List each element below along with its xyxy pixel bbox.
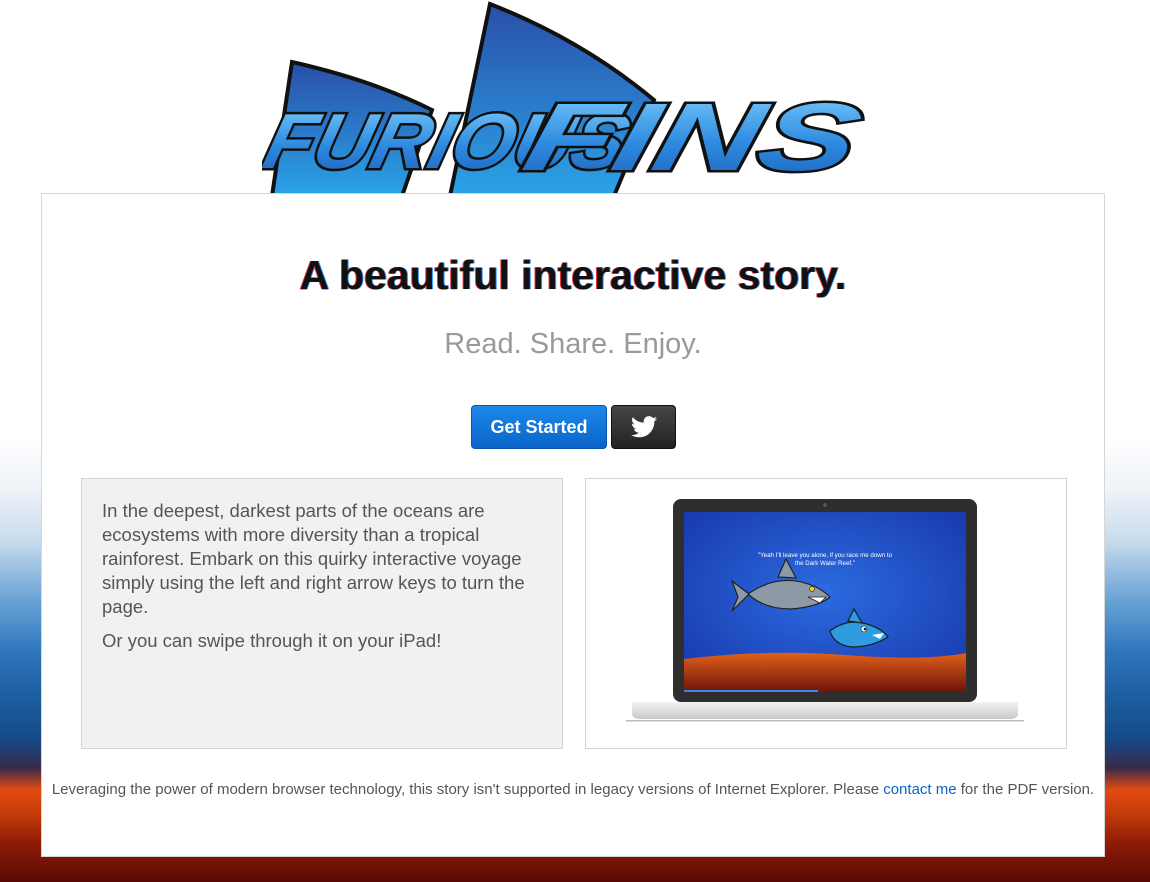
notice-text: Leveraging the power of modern browser t…: [51, 781, 884, 798]
page-title: A beautiful interactive story.: [299, 252, 847, 298]
notice-text-end: for the PDF version.: [956, 781, 1095, 798]
contact-me-link[interactable]: contact me: [883, 781, 956, 798]
tagline: Read. Share. Enjoy.: [444, 328, 702, 360]
description-panel: In the deepest, darkest parts of the oce…: [81, 478, 563, 749]
laptop-base: [632, 702, 1018, 719]
get-started-button[interactable]: Get Started: [471, 405, 607, 449]
preview-panel: "Yeah I'll leave you alone, if you race …: [585, 478, 1067, 749]
twitter-share-button[interactable]: [611, 405, 676, 449]
ipad-note: Or you can swipe through it on your iPad…: [102, 630, 442, 651]
main-card: A beautiful interactive story. Read. Sha…: [41, 193, 1105, 857]
laptop-camera: [823, 503, 827, 507]
twitter-bird-icon: [630, 416, 657, 438]
progress-bar: [684, 690, 818, 692]
ie-support-notice: Leveraging the power of modern browser t…: [42, 780, 1104, 800]
laptop-shadow: [626, 720, 1024, 722]
description-paragraph: In the deepest, darkest parts of the oce…: [102, 500, 525, 617]
story-quote-line-2: the Dark Water Reef.": [795, 560, 855, 567]
laptop-preview-image: "Yeah I'll leave you alone, if you race …: [626, 499, 1024, 722]
furious-fins-logo: FURIOUS FINS: [262, 1, 874, 196]
svg-text:FINS: FINS: [514, 83, 871, 190]
story-quote-line-1: "Yeah I'll leave you alone, if you race …: [758, 552, 893, 559]
